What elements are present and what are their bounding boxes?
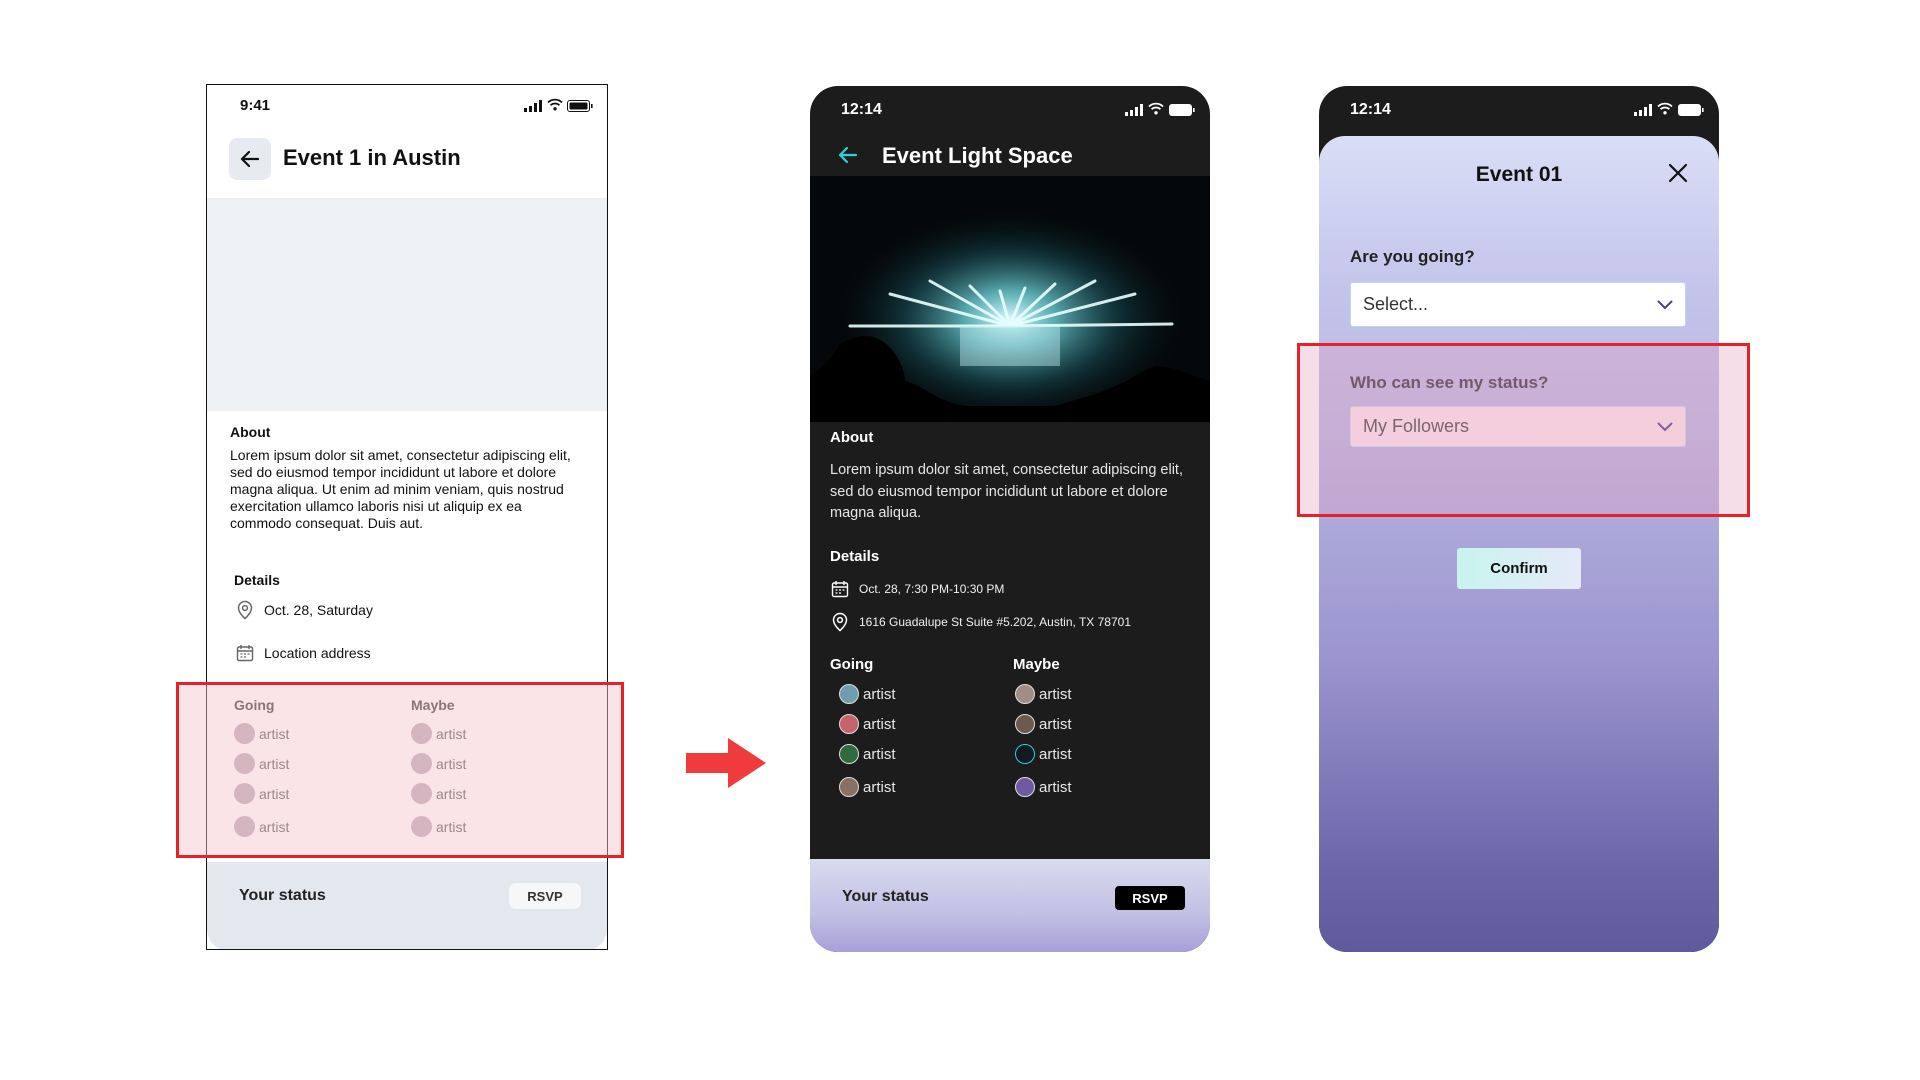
about-text: Lorem ipsum dolor sit amet, consectetur … bbox=[230, 447, 571, 531]
detail-address-row: 1616 Guadalupe St Suite #5.202, Austin, … bbox=[831, 612, 1131, 632]
location-pin-icon bbox=[832, 612, 848, 632]
detail-date: Oct. 28, 7:30 PM-10:30 PM bbox=[859, 582, 1005, 596]
person-name: artist bbox=[863, 685, 896, 703]
rsvp-button[interactable]: RSVP bbox=[1115, 886, 1185, 910]
arrow-left-icon bbox=[240, 150, 260, 168]
wifi-icon bbox=[1657, 102, 1673, 120]
battery-icon bbox=[1678, 103, 1704, 121]
person-name: artist bbox=[1039, 745, 1072, 763]
your-status-label: Your status bbox=[842, 888, 929, 905]
avatar bbox=[1015, 684, 1035, 704]
highlight-box-visibility bbox=[1297, 343, 1750, 517]
your-status-label: Your status bbox=[239, 887, 326, 904]
battery-icon bbox=[567, 99, 593, 117]
detail-location: Location address bbox=[264, 645, 371, 661]
calendar-icon bbox=[236, 645, 254, 662]
event-image-placeholder bbox=[207, 198, 607, 411]
person-name: artist bbox=[863, 778, 896, 796]
avatar bbox=[839, 714, 859, 734]
highlight-box-attendees bbox=[176, 682, 624, 858]
person-name: artist bbox=[1039, 685, 1072, 703]
signal-icon bbox=[524, 99, 544, 117]
going-question: Are you going? bbox=[1350, 247, 1475, 266]
back-button[interactable] bbox=[229, 138, 271, 180]
about-heading: About bbox=[830, 429, 874, 446]
maybe-list-item[interactable]: artist bbox=[1015, 777, 1072, 797]
going-list-item[interactable]: artist bbox=[839, 777, 896, 797]
status-time: 12:14 bbox=[1350, 101, 1391, 118]
modal-title: Event 01 bbox=[1475, 163, 1563, 186]
detail-date-row: Oct. 28, Saturday bbox=[236, 600, 373, 620]
maybe-list-item[interactable]: artist bbox=[1015, 744, 1072, 764]
going-list-item[interactable]: artist bbox=[839, 744, 896, 764]
going-list-item[interactable]: artist bbox=[839, 684, 896, 704]
person-name: artist bbox=[863, 745, 896, 763]
confirm-button[interactable]: Confirm bbox=[1457, 548, 1581, 589]
details-heading: Details bbox=[830, 548, 880, 565]
status-time: 9:41 bbox=[240, 97, 271, 114]
wifi-icon bbox=[1148, 102, 1164, 120]
going-select-value: Select... bbox=[1363, 294, 1429, 314]
location-pin-icon bbox=[237, 600, 253, 620]
detail-date-row: Oct. 28, 7:30 PM-10:30 PM bbox=[831, 580, 1004, 598]
details-heading: Details bbox=[234, 572, 280, 588]
arrow-left-icon bbox=[838, 146, 858, 164]
rsvp-modal-screen: 12:14 Event 01 Are you going? Select... … bbox=[1319, 86, 1719, 952]
avatar bbox=[839, 744, 859, 764]
page-title: Event 1 in Austin bbox=[283, 145, 461, 170]
about-text: Lorem ipsum dolor sit amet, consectetur … bbox=[830, 462, 1183, 521]
signal-icon bbox=[1125, 103, 1145, 121]
detail-date: Oct. 28, Saturday bbox=[264, 602, 373, 618]
wifi-icon bbox=[547, 98, 563, 116]
back-button[interactable] bbox=[838, 146, 858, 169]
chevron-down-icon bbox=[1657, 300, 1673, 309]
avatar bbox=[839, 684, 859, 704]
status-bar: 9:41 bbox=[207, 85, 607, 129]
detail-address: 1616 Guadalupe St Suite #5.202, Austin, … bbox=[859, 615, 1131, 629]
close-icon bbox=[1668, 163, 1688, 183]
maybe-list-item[interactable]: artist bbox=[1015, 714, 1072, 734]
battery-icon bbox=[1169, 103, 1195, 121]
concert-image bbox=[810, 176, 1210, 422]
maybe-list-item[interactable]: artist bbox=[1015, 684, 1072, 704]
person-name: artist bbox=[1039, 778, 1072, 796]
going-heading: Going bbox=[830, 656, 874, 673]
avatar bbox=[839, 777, 859, 797]
arrow-right-icon bbox=[686, 738, 766, 793]
person-name: artist bbox=[863, 715, 896, 733]
status-time: 12:14 bbox=[841, 101, 882, 118]
signal-icon bbox=[1634, 103, 1654, 121]
avatar bbox=[1015, 714, 1035, 734]
page-title: Event Light Space bbox=[882, 143, 1073, 168]
maybe-heading: Maybe bbox=[1013, 656, 1060, 673]
going-list-item[interactable]: artist bbox=[839, 714, 896, 734]
close-button[interactable] bbox=[1667, 162, 1689, 189]
dark-event-screen: 12:14 Event Light Space About Lorem ipsu… bbox=[810, 86, 1210, 952]
person-name: artist bbox=[1039, 715, 1072, 733]
calendar-icon bbox=[831, 581, 849, 598]
going-select[interactable]: Select... bbox=[1350, 282, 1686, 327]
about-heading: About bbox=[230, 424, 271, 440]
avatar bbox=[1015, 777, 1035, 797]
detail-location-row: Location address bbox=[236, 644, 371, 662]
rsvp-button[interactable]: RSVP bbox=[509, 883, 581, 909]
avatar bbox=[1015, 744, 1035, 764]
